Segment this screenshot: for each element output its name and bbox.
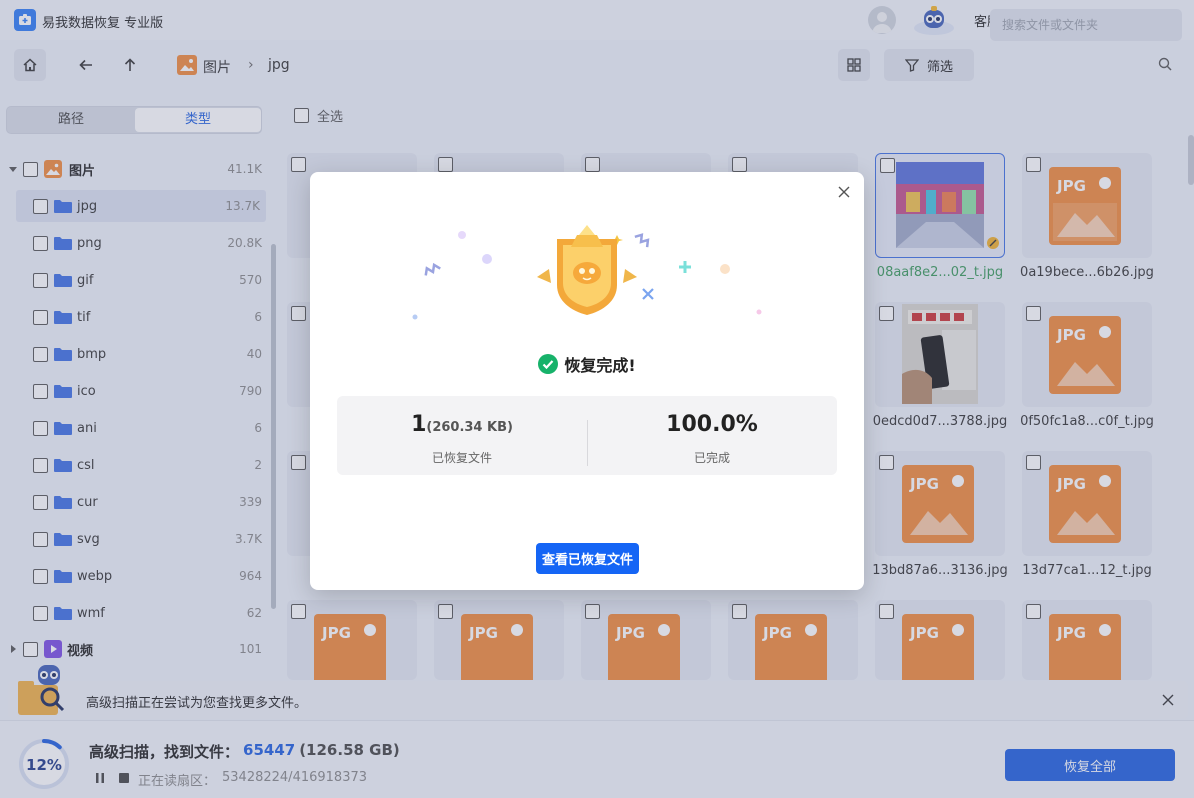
completion-label: 已完成 (693, 451, 730, 465)
success-check-icon (538, 354, 559, 374)
recovery-complete-dialog: 恢复完成! 1(260.34 KB) 已恢复文件 100.0% 已完成 查看已恢… (310, 172, 864, 590)
view-recovered-files-button[interactable]: 查看已恢复文件 (536, 543, 639, 574)
dialog-close-button[interactable] (834, 182, 854, 202)
dialog-title: 恢复完成! (310, 352, 864, 376)
recovered-size: (260.34 KB) (426, 420, 513, 435)
trophy-badge-icon (412, 225, 762, 320)
recovered-files-stat: 1(260.34 KB) 已恢复文件 (337, 396, 587, 475)
recovered-label: 已恢复文件 (431, 451, 492, 465)
dialog-title-text: 恢复完成! (564, 356, 636, 375)
recovered-count: 1 (411, 412, 427, 437)
close-icon (838, 186, 850, 198)
recovery-stats: 1(260.34 KB) 已恢复文件 100.0% 已完成 (337, 396, 837, 475)
completion-percent: 100.0% (666, 412, 758, 437)
completion-stat: 100.0% 已完成 (587, 396, 837, 475)
